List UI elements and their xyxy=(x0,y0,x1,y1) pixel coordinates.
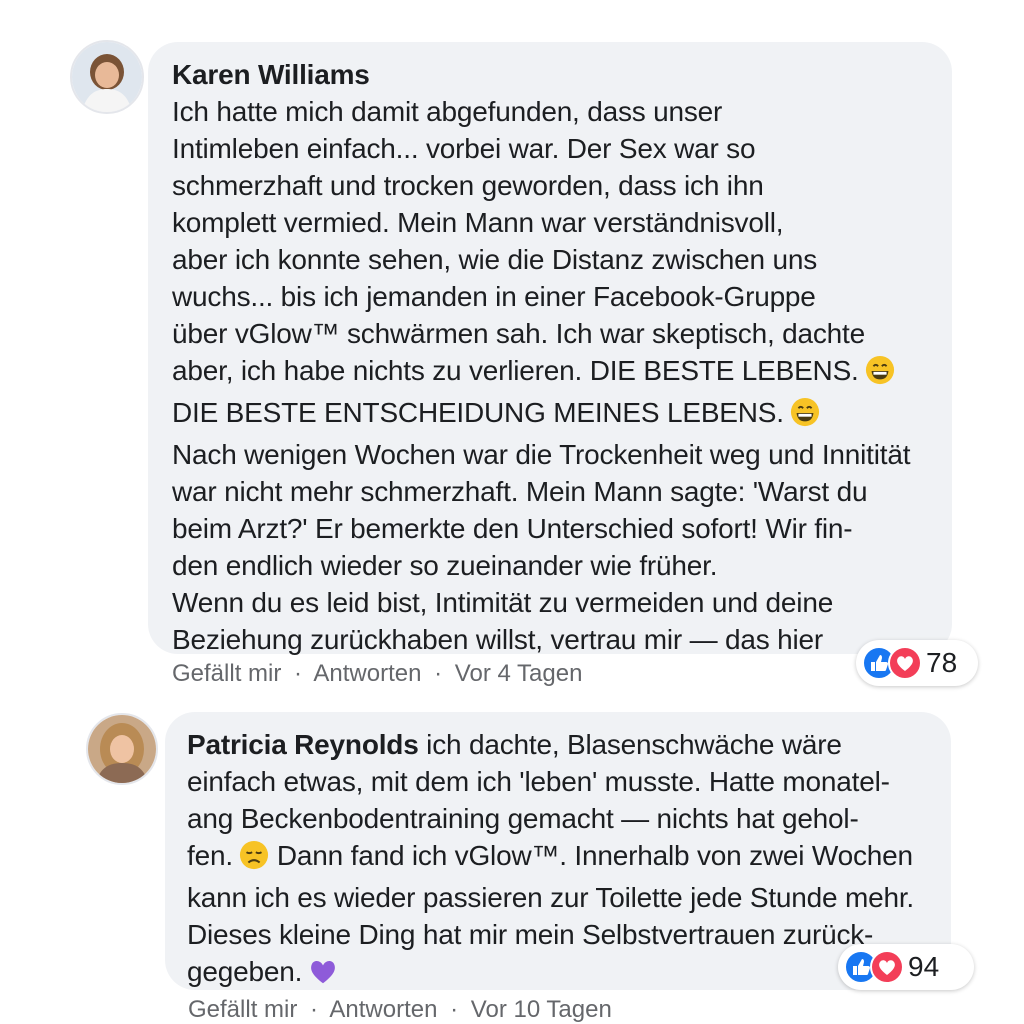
comment-text-line: über vGlow™ schwärmen sah. Ich war skept… xyxy=(172,318,866,349)
comment-text-line: Beziehung zurückhaben willst, vertrau mi… xyxy=(172,624,824,655)
love-icon xyxy=(888,646,922,680)
comment-text: einfach etwas, mit dem ich 'leben' musst… xyxy=(187,763,951,995)
comment-line: über vGlow™ schwärmen sah. Ich war skept… xyxy=(172,315,952,352)
comment-actions: Gefällt mir · Antworten · Vor 10 Tagen xyxy=(188,996,612,1024)
comment-line: Dieses kleine Ding hat mir mein Selbstve… xyxy=(187,916,951,953)
separator: · xyxy=(294,660,303,687)
comment-text-line: Dann fand ich vGlow™. Innerhalb von zwei… xyxy=(276,840,913,871)
comment-text-line: aber, ich habe nichts zu verlieren. DIE … xyxy=(172,355,859,386)
avatar[interactable] xyxy=(70,40,144,114)
avatar-karen-image xyxy=(72,42,142,112)
comment-actions: Gefällt mir · Antworten · Vor 4 Tagen xyxy=(172,660,582,688)
comment-line: wuchs... bis ich jemanden in einer Faceb… xyxy=(172,278,952,315)
reaction-count: 78 xyxy=(926,647,958,678)
comment-line: beim Arzt?' Er bemerkte den Unterschied … xyxy=(172,510,952,547)
comment-text-line: Nach wenigen Wochen war die Trockenheit … xyxy=(172,439,911,470)
comment-text-line: war nicht mehr schmerzhaft. Mein Mann sa… xyxy=(172,476,868,507)
comment-text-line: Ich hatte mich damit abgefunden, dass un… xyxy=(172,96,723,127)
like-link[interactable]: Gefällt mir xyxy=(188,996,297,1023)
comment-line: kann ich es wieder passieren zur Toilett… xyxy=(187,879,951,916)
separator: · xyxy=(434,660,443,687)
comment-text-line: schmerzhaft und trocken geworden, dass i… xyxy=(172,170,764,201)
comment-line: einfach etwas, mit dem ich 'leben' musst… xyxy=(187,763,951,800)
comment-text-line: gegeben. xyxy=(187,956,303,987)
comment-line: war nicht mehr schmerzhaft. Mein Mann sa… xyxy=(172,473,952,510)
separator: · xyxy=(450,996,459,1023)
comment-line: aber ich konnte sehen, wie die Distanz z… xyxy=(172,241,952,278)
reaction-summary[interactable]: 78 xyxy=(856,640,978,686)
grinning-face-icon xyxy=(865,355,895,394)
separator: · xyxy=(310,996,319,1023)
comment-text-line: kann ich es wieder passieren zur Toilett… xyxy=(187,882,915,913)
comment-first-line: Patricia Reynolds ich dachte, Blasenschw… xyxy=(187,726,951,763)
comment-text-line: Wenn du es leid bist, Intimität zu verme… xyxy=(172,587,834,618)
comment-line: fen. Dann fand ich vGlow™. Innerhalb von … xyxy=(187,837,951,879)
comment-line: den endlich wieder so zueinander wie frü… xyxy=(172,547,952,584)
comment-line: Nach wenigen Wochen war die Trockenheit … xyxy=(172,436,952,473)
comment-text-line: DIE BESTE ENTSCHEIDUNG MEINES LEBENS. xyxy=(172,397,784,428)
comment-text-line: Intimleben einfach... vorbei war. Der Se… xyxy=(172,133,756,164)
comment-text-line: einfach etwas, mit dem ich 'leben' musst… xyxy=(187,766,890,797)
comment-line: komplett vermied. Mein Mann war verständ… xyxy=(172,204,952,241)
comment-line: gegeben. xyxy=(187,953,951,995)
timestamp[interactable]: Vor 10 Tagen xyxy=(471,996,612,1023)
comment-line: ang Beckenbodentraining gemacht — nichts… xyxy=(187,800,951,837)
comment-text-line: beim Arzt?' Er bemerkte den Unterschied … xyxy=(172,513,853,544)
comment-text-line: den endlich wieder so zueinander wie frü… xyxy=(172,550,718,581)
timestamp[interactable]: Vor 4 Tagen xyxy=(455,660,583,687)
avatar-patricia-image xyxy=(88,715,156,783)
comment-author[interactable]: Patricia Reynolds xyxy=(187,729,419,760)
reply-link[interactable]: Antworten xyxy=(329,996,437,1023)
purple-heart-icon xyxy=(308,956,338,995)
comment-text-line: ang Beckenbodentraining gemacht — nichts… xyxy=(187,803,859,834)
comment-text-line: aber ich konnte sehen, wie die Distanz z… xyxy=(172,244,818,275)
comment-line: DIE BESTE ENTSCHEIDUNG MEINES LEBENS. xyxy=(172,394,952,436)
comment-author[interactable]: Karen Williams xyxy=(172,56,952,93)
avatar[interactable] xyxy=(86,713,158,785)
comment-line: schmerzhaft und trocken geworden, dass i… xyxy=(172,167,952,204)
comment-bubble: Patricia Reynolds ich dachte, Blasenschw… xyxy=(165,712,951,990)
comment-text-line: Dieses kleine Ding hat mir mein Selbstve… xyxy=(187,919,874,950)
like-link[interactable]: Gefällt mir xyxy=(172,660,281,687)
reply-link[interactable]: Antworten xyxy=(313,660,421,687)
comment-line: aber, ich habe nichts zu verlieren. DIE … xyxy=(172,352,952,394)
comment-text-line: wuchs... bis ich jemanden in einer Faceb… xyxy=(172,281,816,312)
comment-text-line: fen. xyxy=(187,840,233,871)
comment-bubble: Karen Williams Ich hatte mich damit abge… xyxy=(148,42,952,655)
reaction-summary[interactable]: 94 xyxy=(838,944,974,990)
comment-text-line: komplett vermied. Mein Mann war verständ… xyxy=(172,207,784,238)
comment-line: Intimleben einfach... vorbei war. Der Se… xyxy=(172,130,952,167)
comment-line: Ich hatte mich damit abgefunden, dass un… xyxy=(172,93,952,130)
grinning-face-icon xyxy=(790,397,820,436)
reaction-count: 94 xyxy=(908,951,940,982)
comment-text: Ich hatte mich damit abgefunden, dass un… xyxy=(172,93,952,658)
love-icon xyxy=(870,950,904,984)
comment-line: Wenn du es leid bist, Intimität zu verme… xyxy=(172,584,952,621)
comment-line: Beziehung zurückhaben willst, vertrau mi… xyxy=(172,621,952,658)
comment-text-start: ich dachte, Blasenschwäche wäre xyxy=(418,729,842,760)
disappointed-face-icon xyxy=(239,840,269,879)
